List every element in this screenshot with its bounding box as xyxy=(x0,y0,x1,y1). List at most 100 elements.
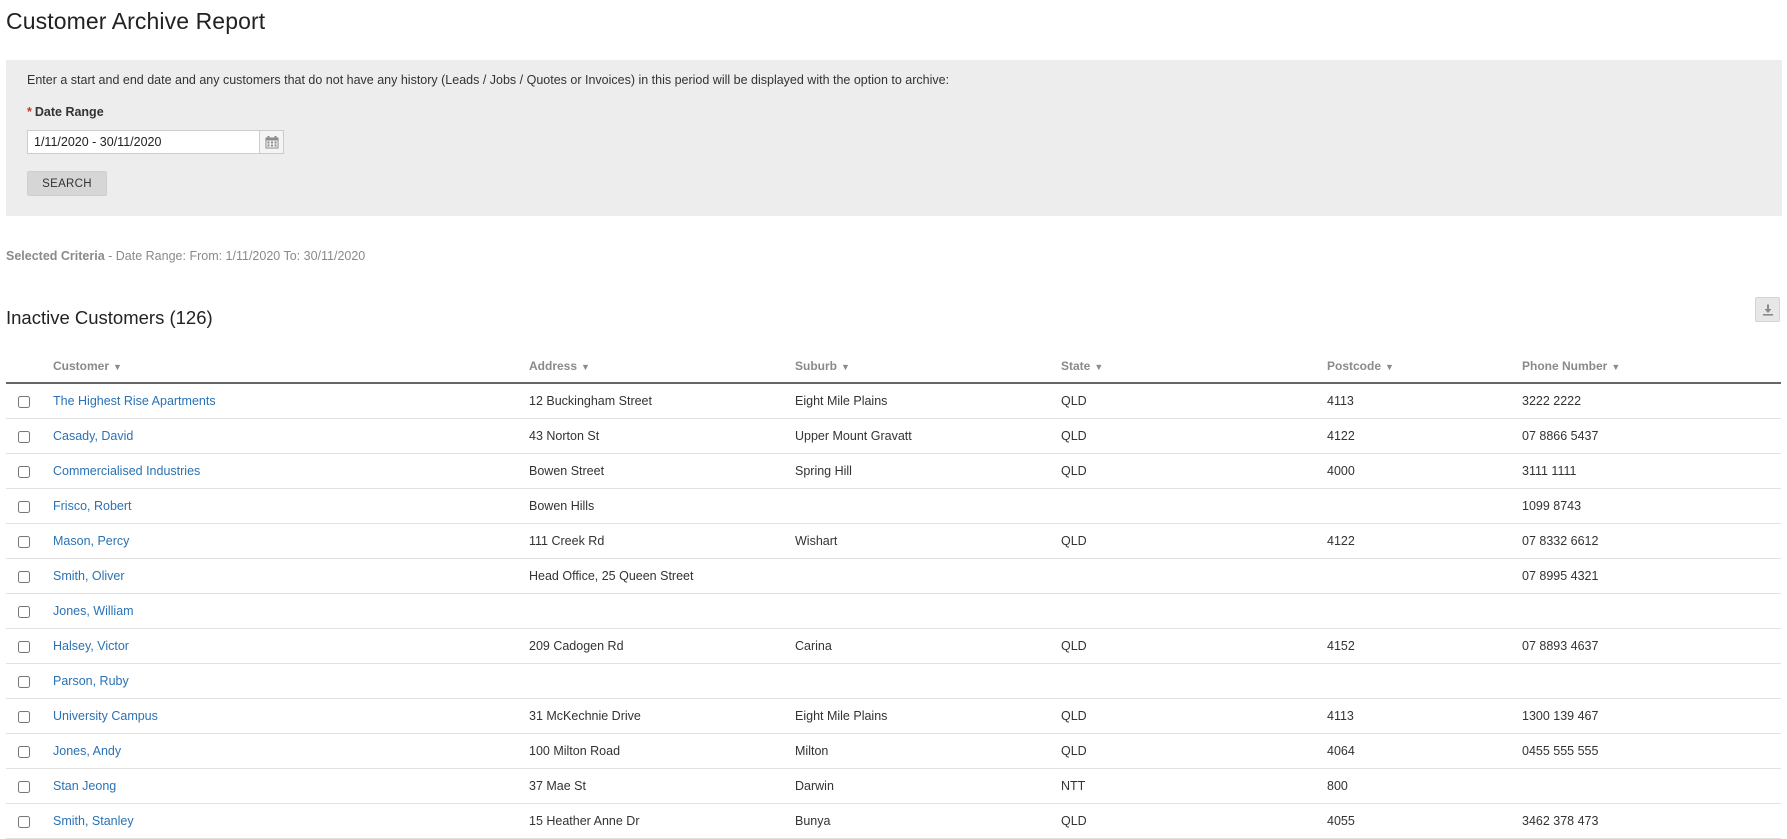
customer-link[interactable]: The Highest Rise Apartments xyxy=(53,394,216,408)
table-row: University Campus 31 McKechnie Drive Eight… xyxy=(6,698,1781,734)
customer-link[interactable]: Smith, Stanley xyxy=(53,814,134,828)
download-icon[interactable] xyxy=(1755,297,1780,322)
table-row: Smith, Oliver Head Office, 25 Queen Stree… xyxy=(6,558,1781,594)
postcode-cell xyxy=(1327,558,1522,594)
selected-criteria-text: - Date Range: From: 1/11/2020 To: 30/11/… xyxy=(104,249,366,263)
row-select-cell xyxy=(6,523,53,559)
suburb-cell xyxy=(795,663,1061,699)
section-title: Inactive Customers (126) xyxy=(6,307,213,328)
row-checkbox[interactable] xyxy=(18,780,30,793)
address-cell: 111 Creek Rd xyxy=(529,523,795,559)
row-checkbox[interactable] xyxy=(18,605,30,618)
customer-cell: Mason, Percy xyxy=(53,523,529,559)
column-header-postcode[interactable]: Postcode ▼ xyxy=(1327,350,1522,384)
suburb-cell: Spring Hill xyxy=(795,453,1061,489)
row-checkbox[interactable] xyxy=(18,710,30,723)
row-checkbox[interactable] xyxy=(18,465,30,478)
table-row: Halsey, Victor 209 Cadogen Rd Carina QLD 415… xyxy=(6,628,1781,664)
customer-cell: Jones, Andy xyxy=(53,733,529,769)
state-cell: QLD xyxy=(1061,453,1327,489)
suburb-cell: Eight Mile Plains xyxy=(795,698,1061,734)
customer-link[interactable]: Frisco, Robert xyxy=(53,499,132,513)
table-row: Jones, William xyxy=(6,593,1781,629)
postcode-cell: 4113 xyxy=(1327,383,1522,419)
state-cell xyxy=(1061,663,1327,699)
postcode-cell: 4000 xyxy=(1327,453,1522,489)
suburb-cell xyxy=(795,593,1061,629)
customer-link[interactable]: Mason, Percy xyxy=(53,534,129,548)
row-select-cell xyxy=(6,733,53,769)
row-checkbox[interactable] xyxy=(18,535,30,548)
date-range-picker xyxy=(27,130,284,154)
customer-link[interactable]: Smith, Oliver xyxy=(53,569,125,583)
phone-cell: 1300 139 467 xyxy=(1522,698,1781,734)
phone-cell: 3462 378 473 xyxy=(1522,803,1781,839)
phone-cell: 3222 2222 xyxy=(1522,383,1781,419)
date-range-input[interactable] xyxy=(27,130,259,154)
column-header-customer[interactable]: Customer ▼ xyxy=(53,350,529,384)
customer-link[interactable]: Halsey, Victor xyxy=(53,639,129,653)
postcode-cell xyxy=(1327,663,1522,699)
column-header-label: Customer xyxy=(53,359,110,373)
phone-cell: 07 8995 4321 xyxy=(1522,558,1781,594)
table-row: Jones, Andy 100 Milton Road Milton QLD 4064 0… xyxy=(6,733,1781,769)
row-checkbox[interactable] xyxy=(18,675,30,688)
suburb-cell: Bunya xyxy=(795,803,1061,839)
customer-link[interactable]: Jones, William xyxy=(53,604,134,618)
row-checkbox[interactable] xyxy=(18,500,30,513)
address-cell: 31 McKechnie Drive xyxy=(529,698,795,734)
state-cell xyxy=(1061,558,1327,594)
customer-link[interactable]: Jones, Andy xyxy=(53,744,121,758)
phone-cell: 07 8866 5437 xyxy=(1522,418,1781,454)
row-select-cell xyxy=(6,418,53,454)
row-checkbox[interactable] xyxy=(18,570,30,583)
column-header-suburb[interactable]: Suburb ▼ xyxy=(795,350,1061,384)
sort-arrow-icon: ▼ xyxy=(841,362,850,372)
customer-link[interactable]: Casady, David xyxy=(53,429,133,443)
postcode-cell: 4122 xyxy=(1327,523,1522,559)
column-header-label: Address xyxy=(529,359,578,373)
state-cell: QLD xyxy=(1061,418,1327,454)
customer-link[interactable]: Stan Jeong xyxy=(53,779,116,793)
state-cell: QLD xyxy=(1061,733,1327,769)
customer-link[interactable]: Parson, Ruby xyxy=(53,674,129,688)
column-header-state[interactable]: State ▼ xyxy=(1061,350,1327,384)
customer-cell: Commercialised Industries xyxy=(53,453,529,489)
table-row: Smith, Stanley 15 Heather Anne Dr Bunya QLD… xyxy=(6,803,1781,839)
address-cell: 100 Milton Road xyxy=(529,733,795,769)
page-title: Customer Archive Report xyxy=(6,8,266,34)
row-checkbox[interactable] xyxy=(18,640,30,653)
row-checkbox[interactable] xyxy=(18,395,30,408)
sort-arrow-icon: ▼ xyxy=(1611,362,1621,372)
state-cell: QLD xyxy=(1061,523,1327,559)
customer-link[interactable]: University Campus xyxy=(53,709,158,723)
row-select-cell xyxy=(6,663,53,699)
customer-cell: Jones, William xyxy=(53,593,529,629)
row-checkbox[interactable] xyxy=(18,815,30,828)
calendar-icon[interactable] xyxy=(259,130,284,154)
row-select-cell xyxy=(6,698,53,734)
column-header-phone[interactable]: Phone Number ▼ xyxy=(1522,350,1781,384)
sort-arrow-icon: ▼ xyxy=(581,362,590,372)
row-select-cell xyxy=(6,803,53,839)
search-button[interactable]: SEARCH xyxy=(27,171,107,196)
phone-cell: 07 8332 6612 xyxy=(1522,523,1781,559)
customer-cell: University Campus xyxy=(53,698,529,734)
suburb-cell: Milton xyxy=(795,733,1061,769)
postcode-cell: 4122 xyxy=(1327,418,1522,454)
table-row: Frisco, Robert Bowen Hills 1099 8743 xyxy=(6,488,1781,524)
state-cell xyxy=(1061,593,1327,629)
state-cell: QLD xyxy=(1061,383,1327,419)
postcode-cell: 4152 xyxy=(1327,628,1522,664)
customer-cell: Frisco, Robert xyxy=(53,488,529,524)
row-checkbox[interactable] xyxy=(18,430,30,443)
customer-link[interactable]: Commercialised Industries xyxy=(53,464,200,478)
column-header-address[interactable]: Address ▼ xyxy=(529,350,795,384)
customer-cell: Casady, David xyxy=(53,418,529,454)
suburb-cell: Upper Mount Gravatt xyxy=(795,418,1061,454)
suburb-cell: Wishart xyxy=(795,523,1061,559)
state-cell: QLD xyxy=(1061,698,1327,734)
row-checkbox[interactable] xyxy=(18,745,30,758)
customer-cell: Smith, Stanley xyxy=(53,803,529,839)
select-column-header xyxy=(6,350,53,384)
